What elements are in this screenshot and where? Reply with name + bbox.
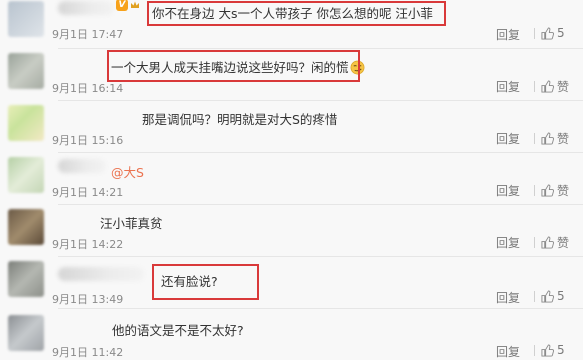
divider [534,237,535,248]
comment-text: 汪小菲真贫 [100,216,163,231]
divider [534,27,535,39]
reply-button[interactable]: 回复 [496,343,520,360]
like-count: 5 [557,26,565,40]
like-button[interactable]: 赞 [534,130,569,147]
like-count: 赞 [557,132,570,146]
divider [534,133,535,144]
like-button[interactable]: 赞 [534,234,569,251]
reply-button[interactable]: 回复 [496,182,520,199]
comment-time: 9月1日 14:21 [52,186,124,199]
username-blurred[interactable] [58,159,106,173]
comment-time: 9月1日 13:49 [52,293,124,306]
thumbs-up-icon [541,289,554,303]
thumbs-up-icon [541,236,554,249]
like-button[interactable]: 赞 [534,182,569,199]
avatar[interactable] [8,209,44,245]
highlight-box [107,50,360,82]
comment-time: 9月1日 15:16 [52,134,124,147]
like-button[interactable]: 5 [534,26,565,40]
like-button[interactable]: 赞 [534,78,569,95]
thumbs-up-icon [541,80,554,93]
comment-time: 9月1日 17:47 [52,28,124,41]
highlight-box [147,1,446,26]
thumbs-up-icon [541,184,554,197]
crown-icon [131,1,139,8]
mention-link[interactable]: @大S [111,162,144,181]
avatar[interactable] [8,315,44,351]
avatar[interactable] [8,105,44,141]
thumbs-up-icon [541,26,554,40]
verified-v-icon: V [116,0,128,11]
username-blurred[interactable] [58,267,144,281]
divider [534,290,535,302]
reply-button[interactable]: 回复 [496,26,520,43]
like-count: 赞 [557,80,570,94]
comment-time: 9月1日 14:22 [52,238,124,251]
highlight-box [152,264,259,300]
comment-row: @大S 9月1日 14:21 回复 赞 [0,153,583,205]
username-blurred[interactable] [58,1,114,15]
comment-row: 还有脸说? 9月1日 13:49 回复 5 [0,257,583,309]
divider [58,308,583,309]
comment-text: 那是调侃吗？明明就是对大S的疼惜 [142,112,338,127]
like-count: 赞 [557,184,570,198]
reply-button[interactable]: 回复 [496,130,520,147]
divider [534,185,535,196]
comment-text: 他的语文是不是不太好? [112,323,244,338]
thumbs-up-icon [541,343,554,357]
like-count: 5 [557,343,565,357]
reply-button[interactable]: 回复 [496,289,520,306]
like-count: 5 [557,289,565,303]
reply-button[interactable]: 回复 [496,78,520,95]
thumbs-up-icon [541,132,554,145]
comment-time: 9月1日 16:14 [52,82,124,95]
avatar[interactable] [8,53,44,89]
divider [534,344,535,356]
like-count: 赞 [557,236,570,250]
divider [534,81,535,92]
like-button[interactable]: 5 [534,343,565,357]
like-button[interactable]: 5 [534,289,565,303]
reply-button[interactable]: 回复 [496,234,520,251]
comment-row: 汪小菲真贫 9月1日 14:22 回复 赞 [0,205,583,257]
avatar[interactable] [8,157,44,193]
comment-row: 那是调侃吗？明明就是对大S的疼惜 9月1日 15:16 回复 赞 [0,101,583,153]
avatar[interactable] [8,261,44,297]
comment-row: 他的语文是不是不太好? 9月1日 11:42 回复 5 [0,311,583,360]
avatar[interactable] [8,1,44,37]
